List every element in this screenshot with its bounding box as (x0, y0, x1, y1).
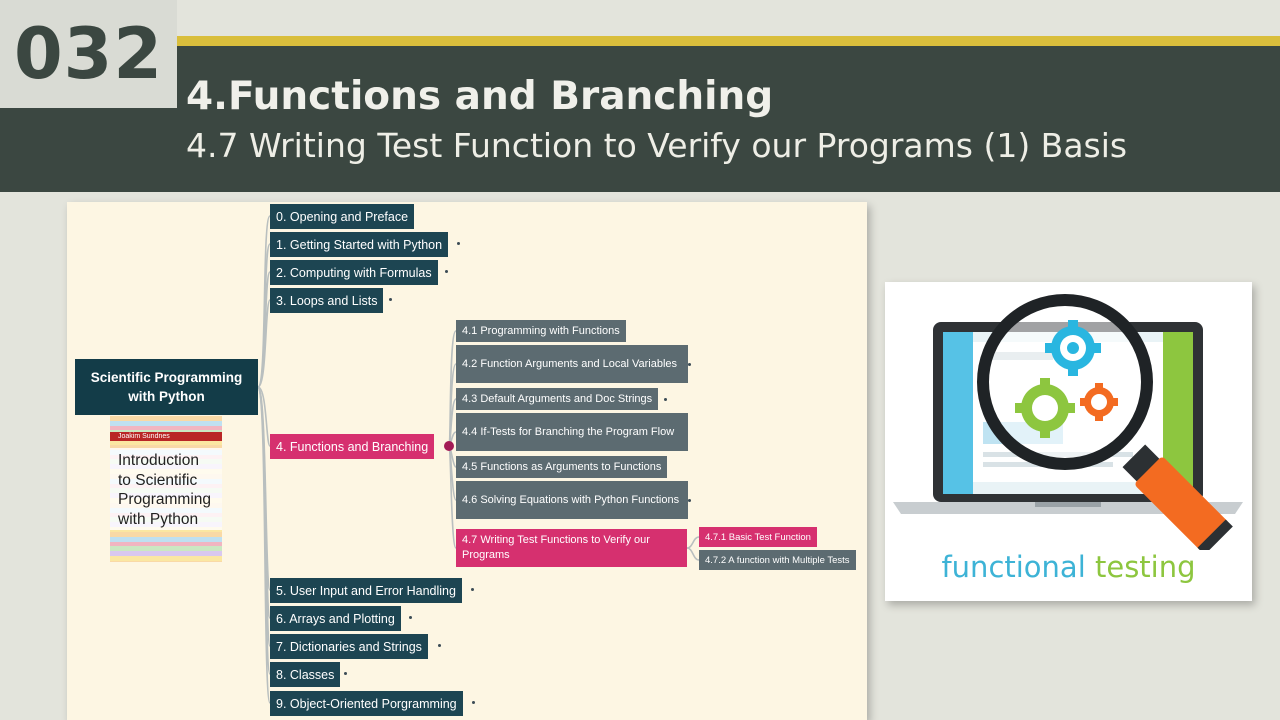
expand-dot[interactable] (664, 398, 667, 401)
caption-word-testing: testing (1094, 550, 1196, 584)
section-node-4-4[interactable]: 4.4 If-Tests for Branching the Program F… (456, 413, 688, 451)
section-node-4-1[interactable]: 4.1 Programming with Functions (456, 320, 626, 342)
book-title: Introduction to Scientific Programming w… (110, 448, 222, 530)
mindmap-panel: Scientific Programming with Python Joaki… (67, 202, 867, 720)
slide-number: 032 (13, 13, 164, 95)
chapter-node-0[interactable]: 0. Opening and Preface (270, 204, 415, 229)
chapter-node-7[interactable]: 7. Dictionaries and Strings (270, 634, 428, 659)
expand-dot[interactable] (445, 270, 448, 273)
functional-testing-image: functional testing (885, 282, 1252, 601)
chapter-node-4[interactable]: 4. Functions and Branching (270, 434, 435, 459)
laptop-magnifier-illustration (893, 294, 1243, 555)
book-author: Joakim Sundnes (110, 432, 222, 441)
section-node-4-5[interactable]: 4.5 Functions as Arguments to Functions (456, 456, 668, 478)
section-node-4-3[interactable]: 4.3 Default Arguments and Doc Strings (456, 388, 659, 410)
section-node-4-6[interactable]: 4.6 Solving Equations with Python Functi… (456, 481, 688, 519)
expand-dot[interactable] (438, 644, 441, 647)
slide-subtitle: 4.7 Writing Test Function to Verify our … (186, 126, 1128, 165)
slide-number-box: 032 (0, 0, 177, 108)
chapter-node-5[interactable]: 5. User Input and Error Handling (270, 578, 462, 603)
chapter-node-6[interactable]: 6. Arrays and Plotting (270, 606, 401, 631)
functional-testing-caption: functional testing (885, 550, 1252, 584)
chapter-node-8[interactable]: 8. Classes (270, 662, 341, 687)
slide-title: 4.Functions and Branching (186, 74, 774, 119)
book-cover-image: Joakim Sundnes Introduction to Scientifi… (110, 416, 222, 562)
expand-dot[interactable] (457, 242, 460, 245)
header-band (0, 46, 1280, 192)
section-node-4-7[interactable]: 4.7 Writing Test Functions to Verify our… (456, 529, 687, 567)
chapter-node-1[interactable]: 1. Getting Started with Python (270, 232, 449, 257)
chapter-node-3[interactable]: 3. Loops and Lists (270, 288, 384, 313)
caption-word-functional: functional (941, 550, 1086, 584)
expand-dot[interactable] (409, 616, 412, 619)
expand-dot[interactable] (344, 672, 347, 675)
chapter-node-9[interactable]: 9. Object-Oriented Porgramming (270, 691, 463, 716)
subsection-node-4-7-1[interactable]: 4.7.1 Basic Test Function (699, 527, 817, 547)
expand-dot[interactable] (472, 701, 475, 704)
header-accent-stripe (177, 36, 1280, 46)
mindmap-root[interactable]: Scientific Programming with Python (75, 359, 258, 415)
chapter-node-2[interactable]: 2. Computing with Formulas (270, 260, 438, 285)
expand-dot[interactable] (471, 588, 474, 591)
section-node-4-2[interactable]: 4.2 Function Arguments and Local Variabl… (456, 345, 688, 383)
subsection-node-4-7-2[interactable]: 4.7.2 A function with Multiple Tests (699, 550, 856, 570)
expand-dot[interactable] (688, 499, 691, 502)
expand-dot[interactable] (389, 298, 392, 301)
expand-dot[interactable] (688, 363, 691, 366)
